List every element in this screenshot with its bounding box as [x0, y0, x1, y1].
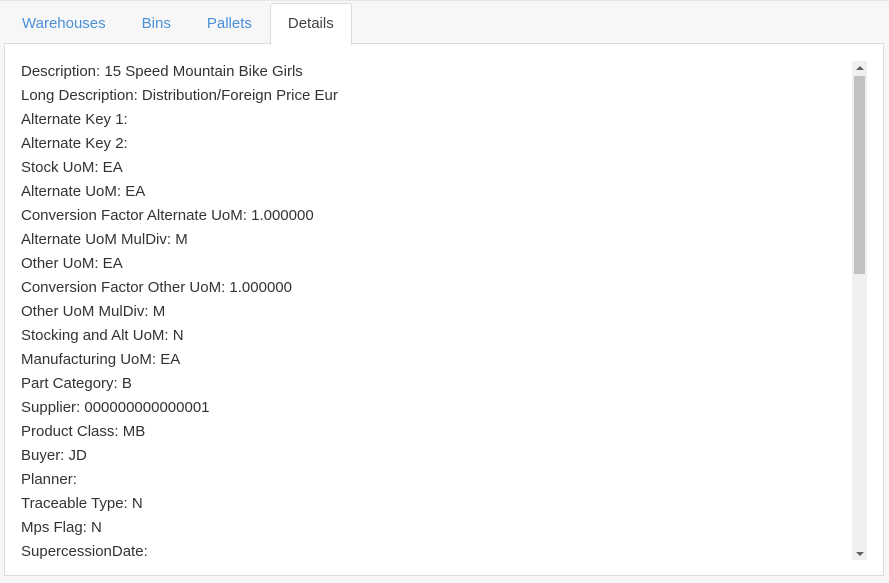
- scroll-up-arrow-icon: [855, 65, 864, 70]
- detail-line-alternate-uom-muldiv: Alternate UoM MulDiv: M: [21, 231, 188, 248]
- detail-line-alternate-uom: Alternate UoM: EA: [21, 183, 146, 200]
- detail-line-conversion-factor-alternate: Conversion Factor Alternate UoM: 1.00000…: [21, 207, 314, 224]
- tab-pallets[interactable]: Pallets: [189, 3, 270, 44]
- detail-line-product-class: Product Class: MB: [21, 423, 146, 440]
- detail-line-planner: Planner:: [21, 471, 77, 488]
- scroll-down-button[interactable]: [852, 547, 867, 560]
- top-divider: [0, 0, 889, 1]
- detail-line-stocking-alt-uom: Stocking and Alt UoM: N: [21, 327, 184, 344]
- detail-line-other-uom: Other UoM: EA: [21, 255, 123, 272]
- detail-line-manufacturing-uom: Manufacturing UoM: EA: [21, 351, 181, 368]
- tab-bins[interactable]: Bins: [124, 3, 189, 44]
- details-view: Warehouses Bins Pallets Details Descript…: [0, 0, 889, 583]
- details-text-area[interactable]: Description: 15 Speed Mountain Bike Girl…: [21, 60, 847, 564]
- scroll-down-arrow-icon: [855, 551, 864, 556]
- vertical-scrollbar[interactable]: [852, 61, 867, 560]
- scrollbar-thumb[interactable]: [854, 76, 865, 274]
- detail-line-alternate-key-2: Alternate Key 2:: [21, 135, 128, 152]
- detail-line-traceable-type: Traceable Type: N: [21, 495, 143, 512]
- detail-line-other-uom-muldiv: Other UoM MulDiv: M: [21, 303, 166, 320]
- scroll-up-button[interactable]: [852, 61, 867, 74]
- detail-line-long-description: Long Description: Distribution/Foreign P…: [21, 87, 338, 104]
- detail-line-buyer: Buyer: JD: [21, 447, 87, 464]
- detail-line-supplier: Supplier: 000000000000001: [21, 399, 210, 416]
- detail-line-supercession-date: SupercessionDate:: [21, 543, 148, 560]
- tab-warehouses[interactable]: Warehouses: [4, 3, 124, 44]
- details-panel: Description: 15 Speed Mountain Bike Girl…: [4, 43, 884, 576]
- detail-line-stock-uom: Stock UoM: EA: [21, 159, 123, 176]
- detail-line-part-category: Part Category: B: [21, 375, 132, 392]
- detail-line-description: Description: 15 Speed Mountain Bike Girl…: [21, 63, 303, 80]
- detail-line-mps-flag: Mps Flag: N: [21, 519, 102, 536]
- tab-bar: Warehouses Bins Pallets Details: [4, 3, 352, 45]
- tab-details[interactable]: Details: [269, 3, 352, 45]
- detail-line-alternate-key-1: Alternate Key 1:: [21, 111, 128, 128]
- detail-line-conversion-factor-other: Conversion Factor Other UoM: 1.000000: [21, 279, 292, 296]
